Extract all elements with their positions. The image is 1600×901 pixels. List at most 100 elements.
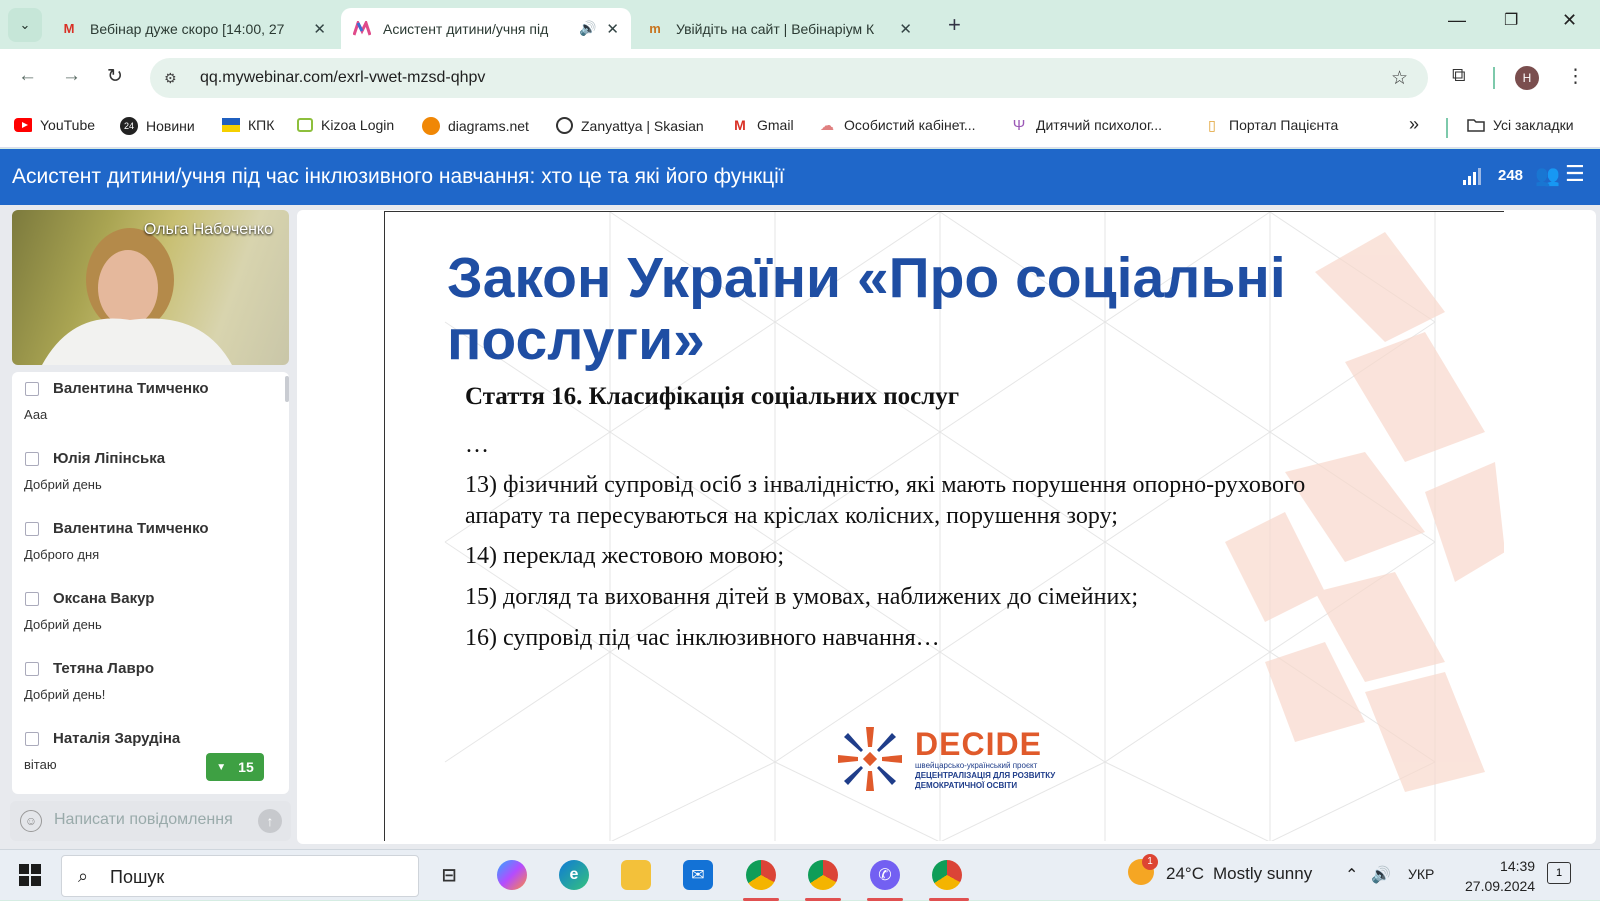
chat-user: Оксана Вакур bbox=[53, 590, 155, 607]
chat-placeholder: Написати повідомлення bbox=[54, 811, 233, 828]
restore-icon[interactable]: ❐ bbox=[1504, 10, 1518, 30]
slide-heading: Закон України «Про соціальні послуги» bbox=[447, 246, 1286, 372]
bookmark-label: Портал Пацієнта bbox=[1229, 117, 1339, 133]
copy-icon[interactable] bbox=[25, 382, 39, 396]
bookmark-skasian[interactable]: Zanyattya | Skasian bbox=[556, 117, 704, 134]
chrome-icon[interactable] bbox=[932, 860, 962, 890]
chrome-profile-o-icon[interactable] bbox=[746, 860, 776, 890]
slide-item-13: 13) фізичний супровід осіб з інвалідніст… bbox=[465, 472, 1306, 529]
bookmark-gmail[interactable]: M Gmail bbox=[731, 117, 794, 133]
extensions-icon[interactable]: ⧉ bbox=[1452, 65, 1466, 87]
webinar-title: Асистент дитини/учня під час інклюзивног… bbox=[12, 165, 785, 188]
new-tab-button[interactable]: + bbox=[948, 12, 961, 38]
presentation-slide: Закон України «Про соціальні послуги» Ст… bbox=[384, 211, 1504, 841]
participants-icon[interactable]: 👥 bbox=[1535, 163, 1560, 188]
weather-temp[interactable]: 24°C bbox=[1166, 864, 1204, 884]
chat-user: Тетяна Лавро bbox=[53, 660, 155, 677]
task-view-icon[interactable]: ⊟ bbox=[434, 860, 464, 890]
tab-gmail[interactable]: M Вебінар дуже скоро [14:00, 27 ✕ bbox=[48, 8, 338, 49]
chat-text: Добрий день! bbox=[24, 687, 106, 702]
psi-icon: Ψ bbox=[1012, 116, 1026, 134]
speaker-icon[interactable]: 🔊 bbox=[579, 20, 596, 37]
chat-text: вітаю bbox=[24, 757, 57, 772]
back-arrow-icon[interactable]: ← bbox=[18, 65, 37, 87]
bookmark-news[interactable]: 24 Новини bbox=[120, 117, 195, 135]
presenter-video[interactable]: Ольга Набоченко bbox=[12, 210, 289, 365]
tab-title: Асистент дитини/учня під bbox=[383, 20, 549, 37]
tab-webinarium[interactable]: m Увійдіть на сайт | Вебінаріум К ✕ bbox=[634, 8, 924, 49]
weather-text[interactable]: Mostly sunny bbox=[1213, 864, 1312, 884]
window-close-icon[interactable]: ✕ bbox=[1562, 10, 1577, 31]
chat-input[interactable]: ☺ Написати повідомлення ↑ bbox=[10, 801, 291, 841]
reload-icon[interactable]: ↻ bbox=[107, 65, 123, 88]
document-icon: ▯ bbox=[1208, 116, 1216, 133]
search-label: Пошук bbox=[110, 867, 165, 887]
bookmark-youtube[interactable]: YouTube bbox=[14, 117, 95, 133]
mail-icon[interactable]: ✉ bbox=[683, 860, 713, 890]
chevron-down-icon: ⌄ bbox=[19, 17, 31, 32]
taskbar: ⌕ Пошук ⊟ e ✉ ✆ 1 24°C Mostly sunny ⌃ 🔊 … bbox=[0, 849, 1600, 901]
chat-scrollbar[interactable] bbox=[285, 376, 289, 402]
copy-icon[interactable] bbox=[25, 592, 39, 606]
bookmark-kpk[interactable]: КПК bbox=[222, 117, 274, 133]
bookmark-label: Особистий кабінет... bbox=[844, 117, 976, 133]
kebab-menu-icon[interactable]: ⋮ bbox=[1566, 65, 1585, 88]
logo-subtitle-2: ДЕЦЕНТРАЛІЗАЦІЯ ДЛЯ РОЗВИТКУ bbox=[915, 771, 1056, 780]
close-tab-icon[interactable]: ✕ bbox=[313, 20, 326, 38]
tab-search-button[interactable]: ⌄ bbox=[8, 8, 42, 42]
windows-start-icon[interactable] bbox=[15, 860, 45, 890]
bookmark-kizoa[interactable]: Kizoa Login bbox=[297, 117, 394, 133]
chat-message: Валентина Тимченко Ааа bbox=[12, 372, 282, 442]
url-text[interactable]: qq.mywebinar.com/exrl-vwet-mzsd-qhpv bbox=[200, 69, 485, 87]
close-tab-icon[interactable]: ✕ bbox=[606, 20, 619, 38]
emoji-icon[interactable]: ☺ bbox=[20, 810, 42, 832]
forward-arrow-icon[interactable]: → bbox=[62, 65, 81, 87]
clock[interactable]: 14:39 27.09.2024 bbox=[1465, 856, 1535, 896]
bookmark-diagrams[interactable]: diagrams.net bbox=[422, 117, 529, 135]
address-bar[interactable]: ⚙ qq.mywebinar.com/exrl-vwet-mzsd-qhpv ☆ bbox=[150, 58, 1428, 98]
copy-icon[interactable] bbox=[25, 522, 39, 536]
bookmark-cabinet[interactable]: ☁ Особистий кабінет... bbox=[818, 116, 976, 134]
ellipsis-line: … bbox=[465, 432, 489, 458]
profile-avatar[interactable]: H bbox=[1515, 66, 1539, 90]
copy-icon[interactable] bbox=[25, 662, 39, 676]
notification-icon[interactable]: 1 bbox=[1547, 862, 1571, 884]
cloud-icon: ☁ bbox=[820, 116, 834, 133]
logo-subtitle-3: ДЕМОКРАТИЧНОЇ ОСВІТИ bbox=[915, 781, 1018, 790]
webinar-header: Асистент дитини/учня під час інклюзивног… bbox=[0, 149, 1600, 205]
bookmark-star-icon[interactable]: ☆ bbox=[1391, 67, 1408, 90]
language-indicator[interactable]: УКР bbox=[1408, 866, 1434, 882]
tab-strip: ⌄ M Вебінар дуже скоро [14:00, 27 ✕ Асис… bbox=[0, 0, 1600, 49]
chevron-up-icon[interactable]: ⌃ bbox=[1345, 865, 1358, 885]
send-icon[interactable]: ↑ bbox=[258, 809, 282, 833]
new-messages-count: 15 bbox=[238, 759, 254, 775]
new-messages-button[interactable]: ▼ 15 bbox=[206, 753, 264, 781]
bookmark-psychologist[interactable]: Ψ Дитячий психолог... bbox=[1010, 116, 1162, 134]
kizoa-icon bbox=[297, 118, 313, 132]
volume-icon[interactable]: 🔊 bbox=[1371, 865, 1391, 885]
chat-user: Валентина Тимченко bbox=[53, 380, 209, 397]
close-tab-icon[interactable]: ✕ bbox=[899, 20, 912, 38]
bookmark-label: diagrams.net bbox=[448, 118, 529, 134]
article-title: Стаття 16. Класифікація соціальних послу… bbox=[465, 383, 960, 410]
more-bookmarks-button[interactable]: » bbox=[1409, 114, 1419, 135]
taskbar-search[interactable]: ⌕ Пошук bbox=[61, 855, 419, 897]
copy-icon[interactable] bbox=[25, 732, 39, 746]
chrome-profile-m-icon[interactable] bbox=[808, 860, 838, 890]
youtube-icon bbox=[14, 117, 32, 133]
viber-icon[interactable]: ✆ bbox=[870, 860, 900, 890]
chat-message: Юлія Ліпінська Добрий день bbox=[12, 442, 282, 512]
tab-webinar[interactable]: Асистент дитини/учня під 🔊 ✕ bbox=[341, 8, 631, 49]
bookmark-label: Gmail bbox=[757, 117, 794, 133]
logo-text: DECIDE швейцарсько-український проєкт ДЕ… bbox=[915, 727, 1055, 791]
all-bookmarks-button[interactable]: Усі закладки bbox=[1467, 117, 1574, 133]
chat-text: Ааа bbox=[24, 407, 48, 422]
file-explorer-icon[interactable] bbox=[621, 860, 651, 890]
site-settings-icon[interactable]: ⚙ bbox=[164, 70, 188, 87]
bookmark-patient-portal[interactable]: ▯ Портал Пацієнта bbox=[1203, 116, 1339, 134]
copy-icon[interactable] bbox=[25, 452, 39, 466]
minimize-icon[interactable]: — bbox=[1448, 10, 1466, 31]
copilot-icon[interactable] bbox=[497, 860, 527, 890]
hamburger-menu-icon[interactable]: ☰ bbox=[1565, 161, 1585, 187]
edge-icon[interactable]: e bbox=[559, 860, 589, 890]
